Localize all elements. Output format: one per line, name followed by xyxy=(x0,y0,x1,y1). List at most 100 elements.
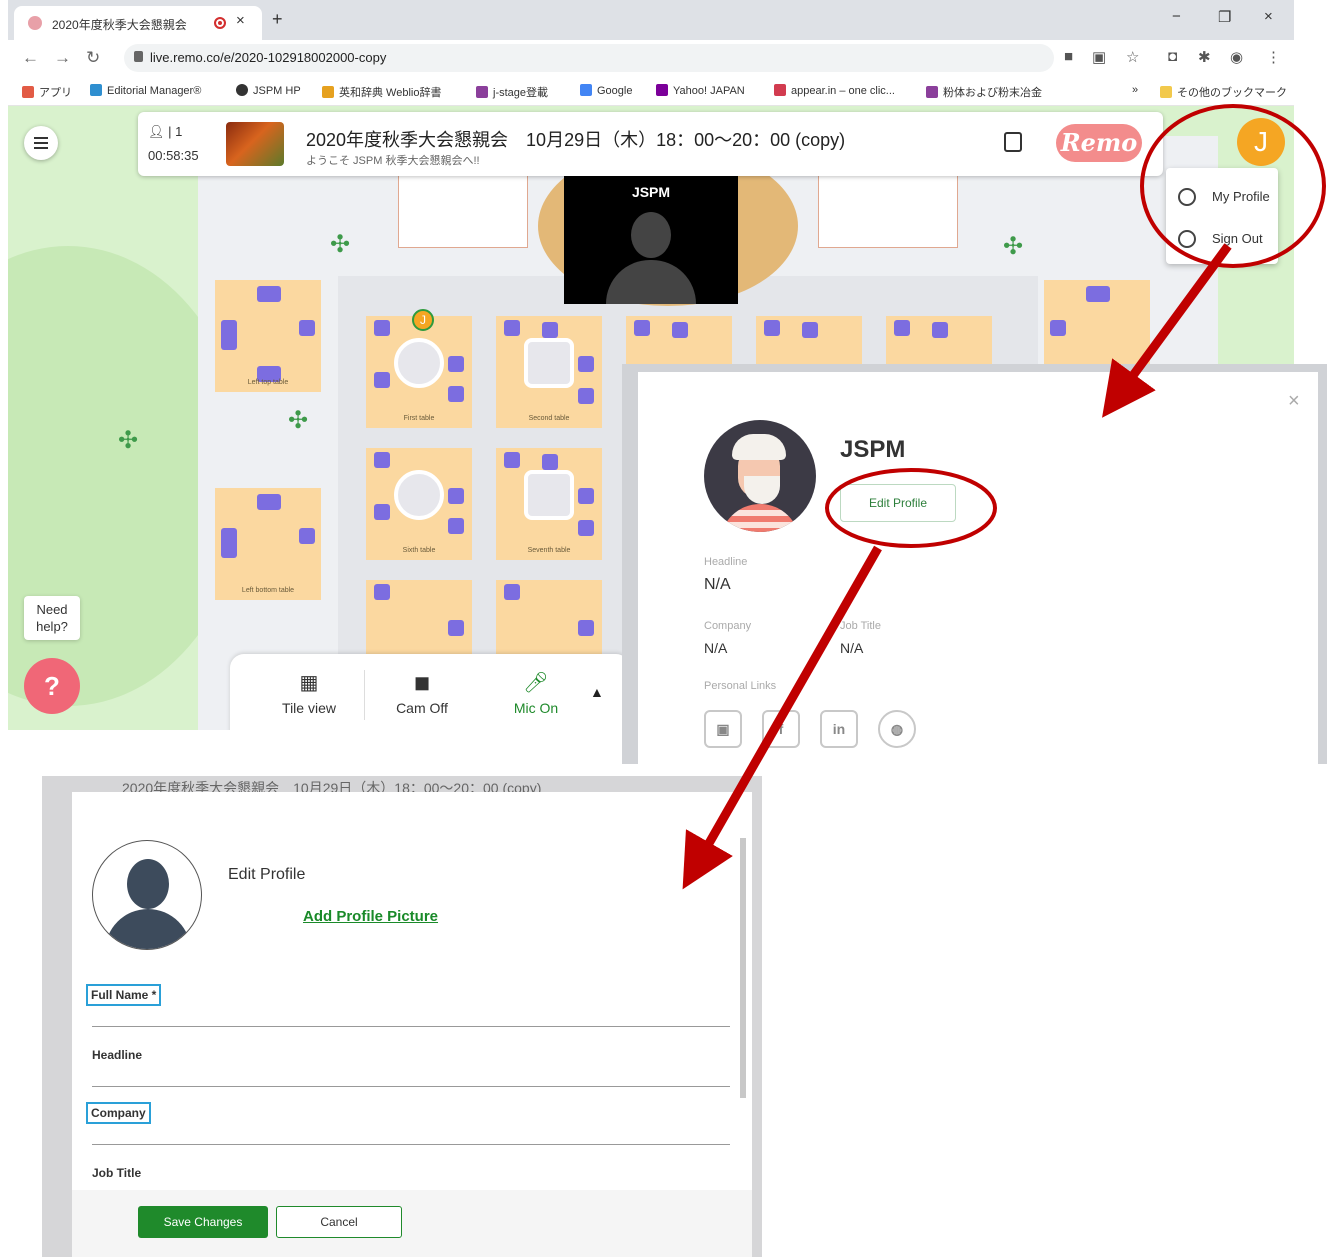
camera-off-icon: ◼ xyxy=(413,672,431,694)
bookmark-item[interactable]: Google xyxy=(580,84,632,97)
table-left-bottom[interactable]: Left bottom table xyxy=(215,488,321,600)
user-avatar-on-map[interactable]: J xyxy=(412,309,434,331)
plant-icon: ✣ xyxy=(118,427,139,454)
chair xyxy=(374,584,390,600)
facebook-icon[interactable]: f xyxy=(762,710,800,748)
globe-icon xyxy=(236,84,248,96)
hamburger-menu-button[interactable] xyxy=(24,126,58,160)
address-bar[interactable]: live.remo.co/e/2020-102918002000-copy xyxy=(124,44,1054,72)
menu-item-sign-out[interactable]: Sign Out xyxy=(1166,218,1278,258)
menu-item-my-profile[interactable]: My Profile xyxy=(1166,176,1278,216)
camera-icon[interactable]: ■ xyxy=(1064,48,1073,65)
forward-arrow-icon[interactable]: → xyxy=(54,48,71,68)
bookmark-item[interactable]: Editorial Manager® xyxy=(90,84,201,97)
chair xyxy=(764,320,780,336)
other-bookmarks-folder[interactable]: その他のブックマーク xyxy=(1160,84,1287,100)
folder-icon xyxy=(1160,86,1172,98)
puzzle-icon[interactable]: ✱ xyxy=(1198,48,1211,66)
website-globe-icon[interactable]: ◍ xyxy=(878,710,916,748)
linkedin-icon[interactable]: in xyxy=(820,710,858,748)
editorial-manager-icon xyxy=(90,84,102,96)
bookmark-label: アプリ xyxy=(39,87,72,99)
restore-button[interactable]: ❐ xyxy=(1218,8,1231,26)
table[interactable] xyxy=(1044,280,1150,370)
bookmark-item[interactable]: アプリ xyxy=(22,84,72,100)
new-tab-button[interactable]: + xyxy=(272,9,283,30)
menu-item-label: Sign Out xyxy=(1212,231,1263,246)
menu-item-label: My Profile xyxy=(1212,189,1270,204)
bookmark-item[interactable]: appear.in – one clic... xyxy=(774,84,895,97)
cam-off-button[interactable]: ◼ Cam Off xyxy=(390,670,454,716)
job-title-label: Job Title xyxy=(840,620,881,632)
back-arrow-icon[interactable]: ← xyxy=(22,48,39,68)
mic-on-button[interactable]: 🎤︎ Mic On xyxy=(506,670,566,716)
add-profile-picture-link[interactable]: Add Profile Picture xyxy=(303,908,438,925)
chair xyxy=(802,322,818,338)
table-seventh[interactable]: Seventh table xyxy=(496,448,602,560)
window-close-button[interactable]: × xyxy=(1264,8,1273,25)
help-button[interactable]: ? xyxy=(24,658,80,714)
expand-up-icon[interactable]: ▲ xyxy=(590,684,604,700)
bookmark-item[interactable]: Yahoo! JAPAN xyxy=(656,84,745,97)
calendar-icon[interactable] xyxy=(1004,132,1022,152)
chair xyxy=(1050,320,1066,336)
edit-profile-button[interactable]: Edit Profile xyxy=(840,484,956,522)
cancel-button[interactable]: Cancel xyxy=(276,1206,402,1238)
tab-close-icon[interactable]: × xyxy=(236,12,245,29)
bookmark-item[interactable]: JSPM HP xyxy=(236,84,301,97)
chair xyxy=(578,520,594,536)
bookmarks-overflow-button[interactable]: » xyxy=(1132,84,1138,96)
minimize-button[interactable]: − xyxy=(1172,8,1181,25)
extension-icon[interactable]: ◘ xyxy=(1168,48,1177,65)
bookmark-label: その他のブックマーク xyxy=(1177,87,1287,99)
chair xyxy=(578,356,594,372)
chair xyxy=(299,528,315,544)
chair xyxy=(634,320,650,336)
appear-in-icon xyxy=(774,84,786,96)
table[interactable] xyxy=(496,580,602,654)
company-input[interactable] xyxy=(92,1144,730,1145)
bookmark-star-icon[interactable]: ☆ xyxy=(1126,48,1139,66)
user-avatar-button[interactable]: J xyxy=(1237,118,1285,166)
edit-profile-card: Edit Profile Add Profile Picture Full Na… xyxy=(72,792,752,1257)
bookmark-item[interactable]: j-stage登載 xyxy=(476,84,548,100)
profile-name: JSPM xyxy=(840,436,906,463)
reload-icon[interactable]: ↻ xyxy=(86,48,100,68)
stage-banner-right xyxy=(818,166,958,248)
chair xyxy=(542,454,558,470)
headline-input[interactable] xyxy=(92,1086,730,1087)
bookmark-label: Google xyxy=(597,85,633,97)
modal-footer: Save Changes Cancel xyxy=(72,1190,752,1257)
table[interactable] xyxy=(366,580,472,654)
company-value: N/A xyxy=(704,640,728,656)
kebab-menu-icon[interactable]: ⋮ xyxy=(1266,48,1281,66)
speaker-video-tile[interactable]: JSPM xyxy=(564,174,738,304)
scrollbar[interactable] xyxy=(740,838,746,1098)
participant-number: 1 xyxy=(175,124,183,139)
translate-icon[interactable]: ▣ xyxy=(1092,48,1106,66)
bookmark-item[interactable]: 粉体および粉末冶金 xyxy=(926,84,1042,100)
table-left-top[interactable]: Left top table xyxy=(215,280,321,392)
save-changes-button[interactable]: Save Changes xyxy=(138,1206,268,1238)
table-sixth[interactable]: Sixth table xyxy=(366,448,472,560)
headline-value: N/A xyxy=(704,576,731,593)
browser-tab[interactable]: 2020年度秋季大会懇親会 × xyxy=(14,6,262,40)
chair xyxy=(221,320,237,350)
account-icon[interactable]: ◉ xyxy=(1230,48,1243,66)
table-first[interactable]: First table xyxy=(366,316,472,428)
grid-icon: ▦ xyxy=(299,672,319,694)
table-second[interactable]: Second table xyxy=(496,316,602,428)
close-icon[interactable]: × xyxy=(1288,390,1300,413)
apps-grid-icon xyxy=(22,86,34,98)
bookmark-label: 英和辞典 Weblio辞書 xyxy=(339,87,442,99)
profile-picture-placeholder xyxy=(92,840,202,950)
remo-logo: Remo xyxy=(1056,124,1142,162)
calendar-link-icon[interactable]: ▣ xyxy=(704,710,742,748)
bookmark-item[interactable]: 英和辞典 Weblio辞書 xyxy=(322,84,441,100)
tile-view-button[interactable]: ▦ Tile view xyxy=(278,670,340,716)
chair xyxy=(448,356,464,372)
chair xyxy=(932,322,948,338)
full-name-input[interactable] xyxy=(92,1026,730,1027)
job-title-label: Job Title xyxy=(92,1166,142,1180)
user-dropdown-menu: My Profile Sign Out xyxy=(1166,168,1278,264)
